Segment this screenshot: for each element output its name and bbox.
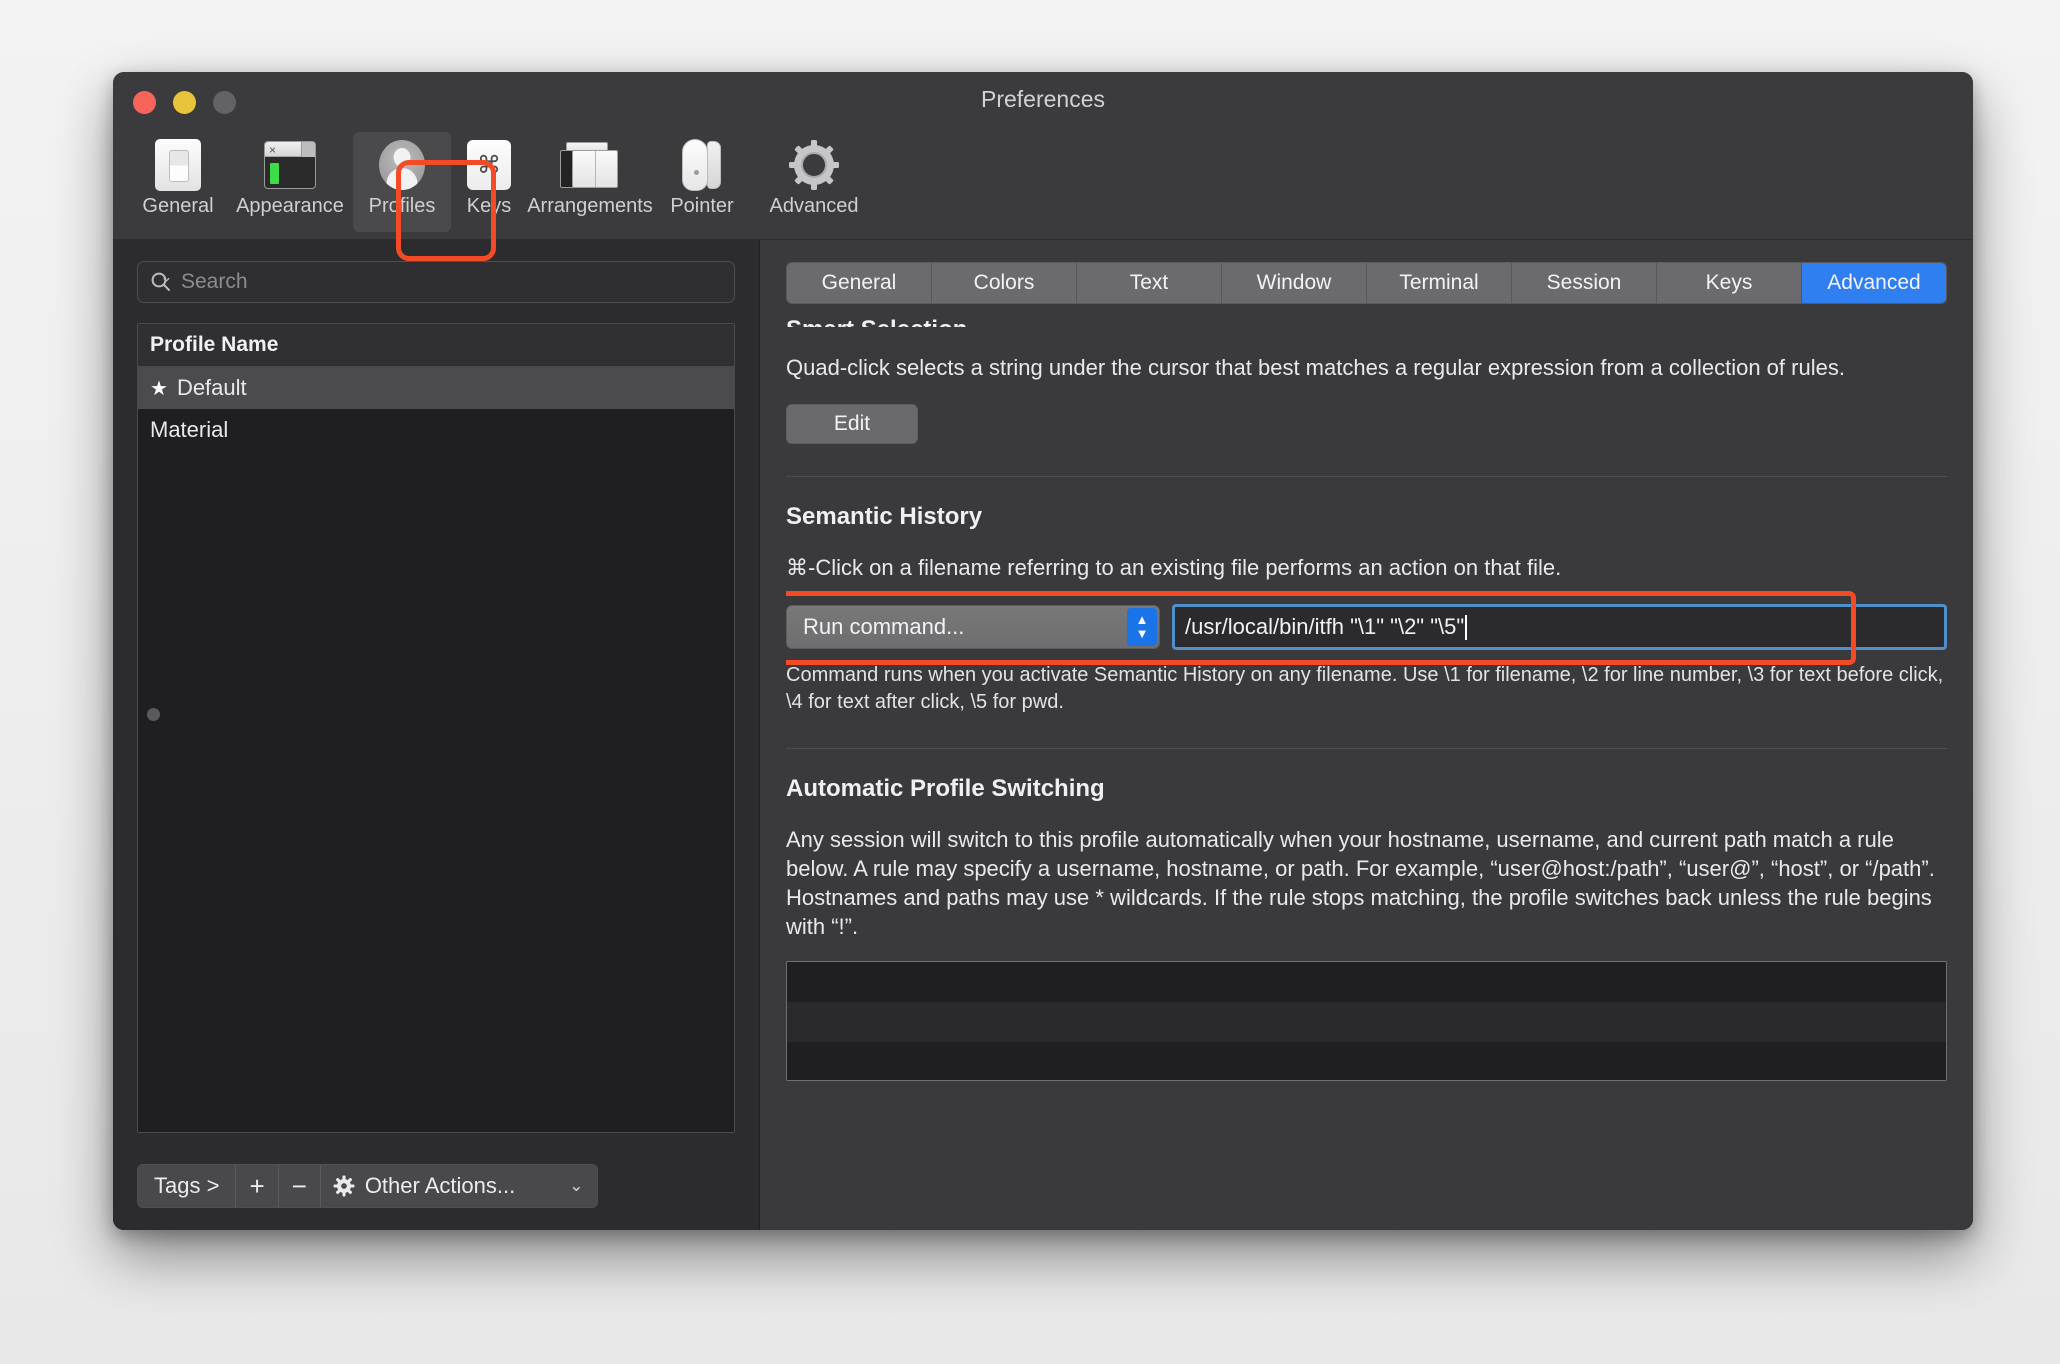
semantic-history-description: ⌘-Click on a filename referring to an ex… [786,555,1562,581]
profile-list-row-default[interactable]: ★ Default [138,367,734,409]
semantic-history-controls-row: Run command... ▲ ▼ /usr/local/bin/itfh "\… [786,591,1947,666]
automatic-profile-switching-description: Any session will switch to this profile … [786,826,1935,939]
chevron-updown-icon[interactable]: ▲ ▼ [1127,608,1157,647]
toolbar-label-pointer: Pointer [670,195,734,217]
tab-text[interactable]: Text [1077,263,1222,303]
semantic-history-command-value: /usr/local/bin/itfh "\1" "\2" "\5" [1185,614,1465,640]
window-title: Preferences [980,86,1105,112]
other-actions-label: Other Actions... [364,1173,516,1198]
toolbar-item-profiles[interactable]: Profiles [353,132,451,232]
toolbar-item-arrangements[interactable]: Arrangements [527,132,653,232]
toolbar-label-general: General [142,195,214,217]
toolbar-label-arrangements: Arrangements [527,195,653,217]
toolbar-label-appearance: Appearance [236,195,344,217]
tags-button[interactable]: Tags > [138,1165,237,1207]
tab-colors[interactable]: Colors [932,263,1077,303]
table-row[interactable] [787,1042,1946,1080]
toolbar-item-advanced[interactable]: Advanced [751,132,877,232]
desktop-backdrop: Preferences General × Appearance Profile… [0,0,2060,1364]
profile-list-row-material[interactable]: Material [138,409,734,451]
gear-icon [788,134,840,196]
edit-smart-selection-button[interactable]: Edit [786,404,918,445]
toolbar-item-general[interactable]: General [129,132,227,232]
chevron-down-icon: ⌄ [569,1176,584,1195]
gear-icon [333,1175,355,1197]
semantic-history-action-select[interactable]: Run command... ▲ ▼ [786,605,1160,650]
tab-session[interactable]: Session [1512,263,1657,303]
add-profile-button[interactable]: + [236,1165,279,1207]
tab-keys[interactable]: Keys [1657,263,1802,303]
search-icon [151,272,170,291]
semantic-history-heading: Semantic History [786,503,983,531]
semantic-history-command-input[interactable]: /usr/local/bin/itfh "\1" "\2" "\5" [1172,604,1947,651]
table-row[interactable] [787,1001,1946,1042]
remove-profile-button[interactable]: − [278,1165,321,1207]
profiles-sidebar: Profile Name ★ Default Material Tags > +… [113,240,760,1230]
preferences-window: Preferences General × Appearance Profile… [113,72,1973,1230]
toolbar-label-profiles: Profiles [368,195,436,217]
automatic-profile-switching-heading: Automatic Profile Switching [786,774,1105,802]
profile-name-label: Default [176,375,247,400]
other-actions-button[interactable]: Other Actions... ⌄ [320,1165,598,1207]
profile-list-column-header: Profile Name [138,324,734,367]
tab-advanced[interactable]: Advanced [1802,263,1946,303]
section-divider-2 [786,747,1947,749]
smart-selection-heading: Smart Selection [786,316,1947,327]
profile-list-table[interactable]: Profile Name ★ Default Material [137,323,735,1133]
window-titlebar: Preferences [113,72,1973,132]
settings-scroll-area[interactable]: Smart Selection Quad-click selects a str… [786,308,1947,1208]
smart-selection-description: Quad-click selects a string under the cu… [786,355,1845,380]
preferences-toolbar: General × Appearance Profiles ⌘ Keys Arr… [113,132,1973,240]
tab-window[interactable]: Window [1222,263,1367,303]
table-row[interactable] [787,962,1946,1002]
section-divider-1 [786,476,1947,478]
toolbar-item-pointer[interactable]: Pointer [653,132,751,232]
search-field[interactable] [137,261,735,303]
semantic-history-action-value: Run command... [803,614,965,640]
appearance-icon: × [264,134,316,196]
toolbar-item-keys[interactable]: ⌘ Keys [451,132,527,232]
search-input[interactable] [181,270,722,294]
tab-general[interactable]: General [787,263,932,303]
arrangements-icon [560,134,620,196]
general-icon [155,134,201,196]
profile-switching-rules-table[interactable] [786,960,1947,1081]
toolbar-label-advanced: Advanced [769,195,859,217]
profile-settings-panel: General Colors Text Window Terminal Sess… [760,240,1973,1230]
semantic-history-hint: Command runs when you activate Semantic … [786,664,1944,713]
toolbar-label-keys: Keys [466,195,512,217]
pointer-icon [680,134,724,196]
profile-tabbar: General Colors Text Window Terminal Sess… [786,262,1947,304]
keys-icon: ⌘ [467,134,511,196]
profiles-icon [376,134,428,196]
profile-list-toolbar: Tags > + − Other Actions... ⌄ [137,1164,599,1208]
text-cursor [1465,614,1468,640]
preferences-body: Profile Name ★ Default Material Tags > +… [113,240,1973,1230]
profile-name-label: Material [150,417,229,442]
tab-terminal[interactable]: Terminal [1367,263,1512,303]
sidebar-splitter-handle[interactable] [147,708,160,721]
toolbar-item-appearance[interactable]: × Appearance [227,132,353,232]
star-icon: ★ [150,377,168,400]
